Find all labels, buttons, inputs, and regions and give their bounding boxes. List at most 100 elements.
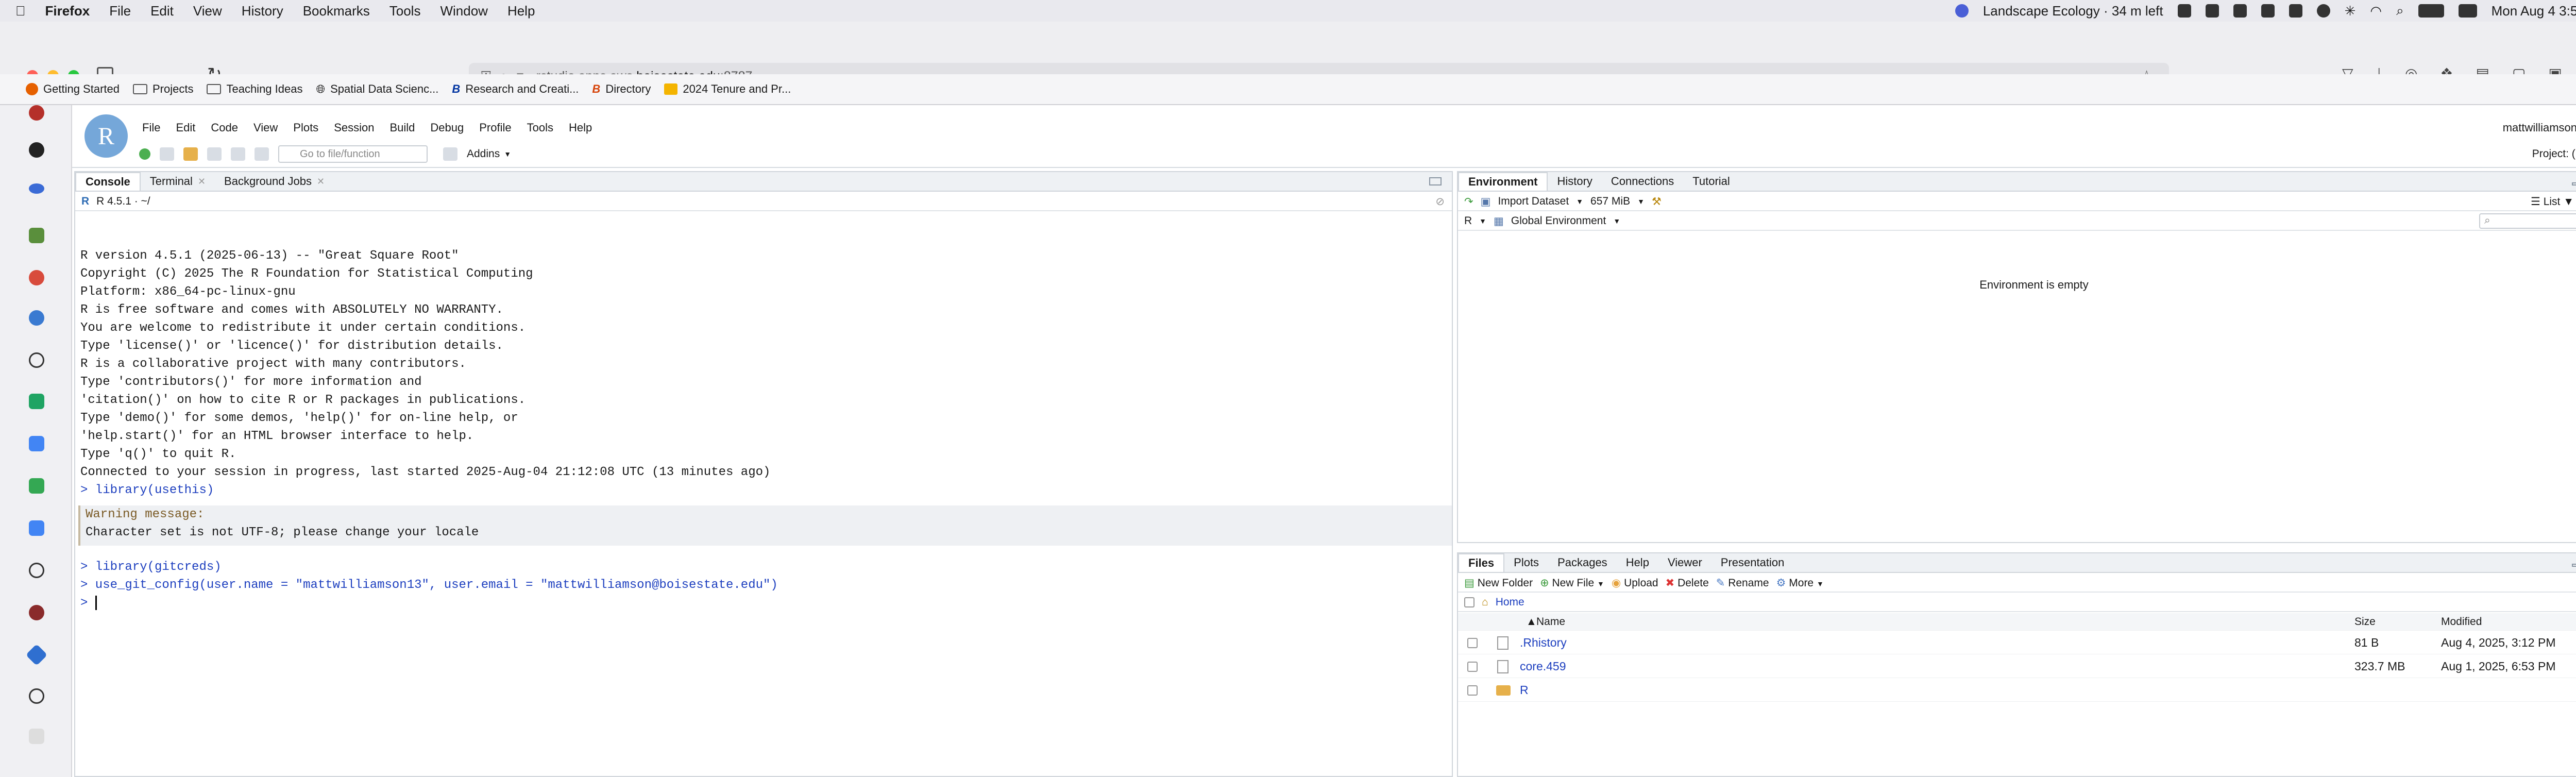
sidebar-app-icon[interactable] — [29, 105, 44, 121]
table-row[interactable]: R — [1458, 679, 2576, 702]
tab-tutorial[interactable]: Tutorial — [1683, 172, 1739, 191]
table-row[interactable]: core.459 323.7 MB Aug 1, 2025, 6:53 PM — [1458, 655, 2576, 678]
breadcrumb-home[interactable]: Home — [1496, 596, 1524, 609]
tray-icon-2[interactable] — [2205, 4, 2219, 18]
clock[interactable]: Mon Aug 4 3:56 PM — [2492, 3, 2576, 19]
rs-menu-file[interactable]: File — [142, 121, 160, 134]
rs-menu-plots[interactable]: Plots — [293, 121, 318, 134]
column-modified[interactable]: Modified — [2441, 616, 2482, 628]
tab-background-jobs[interactable]: Background Jobs ✕ — [215, 172, 334, 191]
bookmark-projects[interactable]: Projects — [132, 82, 193, 96]
broom-icon[interactable]: ⚒ — [1652, 195, 1662, 208]
wifi-icon[interactable]: ◠ — [2370, 3, 2382, 19]
tray-icon-3[interactable] — [2233, 4, 2247, 18]
bookmark-spatial-data[interactable]: 🌐︎ Spatial Data Scienc... — [316, 82, 438, 96]
menubar-file[interactable]: File — [109, 3, 131, 19]
rs-menu-debug[interactable]: Debug — [430, 121, 464, 134]
save-workspace-icon[interactable]: ▣ — [1481, 195, 1491, 208]
row-checkbox[interactable] — [1467, 661, 1478, 672]
rs-menu-build[interactable]: Build — [389, 121, 415, 134]
google-docs-icon[interactable] — [29, 436, 44, 451]
env-search-input[interactable]: ⌕ — [2479, 213, 2576, 229]
bookmark-research[interactable]: B Research and Creati... — [452, 82, 579, 96]
upload-button[interactable]: ◉ Upload — [1612, 577, 1658, 589]
save-all-icon[interactable] — [231, 147, 245, 161]
file-name[interactable]: core.459 — [1520, 660, 1566, 673]
column-size[interactable]: Size — [2354, 616, 2376, 628]
view-mode-dropdown[interactable]: ☰ List ▼ — [2531, 195, 2574, 208]
menubar-history[interactable]: History — [242, 3, 283, 19]
bluetooth-icon[interactable]: ✳ — [2345, 3, 2356, 19]
menubar-app-name[interactable]: Firefox — [45, 3, 90, 19]
siri-icon[interactable] — [2458, 4, 2477, 18]
new-folder-button[interactable]: ▤ New Folder — [1464, 577, 1533, 589]
sidebar-app-icon[interactable] — [29, 605, 44, 620]
tab-history[interactable]: History — [1548, 172, 1601, 191]
rs-menu-tools[interactable]: Tools — [527, 121, 553, 134]
minimize-pane-icon[interactable] — [2572, 182, 2576, 185]
tray-icon-5[interactable] — [2289, 4, 2302, 18]
sidebar-app-icon[interactable] — [29, 228, 44, 243]
maximize-pane-icon[interactable] — [1429, 177, 1442, 185]
menubar-window[interactable]: Window — [440, 3, 487, 19]
close-icon[interactable]: ✕ — [198, 176, 206, 187]
tab-files[interactable]: Files — [1458, 553, 1505, 572]
sidebar-app-icon[interactable] — [29, 729, 44, 744]
menubar-bookmarks[interactable]: Bookmarks — [303, 3, 370, 19]
column-name[interactable]: Name — [1536, 616, 1565, 628]
globe-icon[interactable] — [29, 352, 44, 368]
apple-icon[interactable]:  — [15, 3, 26, 19]
tab-plots[interactable]: Plots — [1504, 553, 1548, 572]
new-project-icon[interactable] — [160, 147, 174, 161]
row-checkbox[interactable] — [1467, 685, 1478, 696]
rs-menu-view[interactable]: View — [253, 121, 278, 134]
tab-presentation[interactable]: Presentation — [1711, 553, 1794, 572]
github-icon[interactable] — [29, 142, 44, 158]
search-icon[interactable]: ⌕ — [2396, 3, 2404, 19]
bookmark-tenure[interactable]: 2024 Tenure and Pr... — [664, 82, 791, 96]
save-icon[interactable] — [207, 147, 222, 161]
language-dropdown[interactable]: R — [1464, 215, 1472, 227]
tab-packages[interactable]: Packages — [1548, 553, 1617, 572]
rs-menu-code[interactable]: Code — [211, 121, 238, 134]
file-name[interactable]: R — [1520, 683, 1529, 697]
import-dataset-button[interactable]: Import Dataset — [1498, 195, 1569, 208]
rename-button[interactable]: ✎ Rename — [1716, 577, 1769, 589]
new-file-button[interactable]: ⊕ New File ▼ — [1540, 577, 1604, 589]
close-icon[interactable]: ✕ — [317, 176, 325, 187]
sidebar-app-icon[interactable] — [25, 644, 48, 666]
bookmark-getting-started[interactable]: Getting Started — [26, 82, 120, 96]
tray-icon-1[interactable] — [2177, 4, 2191, 18]
tray-icon-4[interactable] — [2261, 4, 2275, 18]
grid-layout-icon[interactable] — [443, 147, 457, 161]
menubar-tools[interactable]: Tools — [389, 3, 421, 19]
tab-terminal[interactable]: Terminal ✕ — [141, 172, 215, 191]
minimize-pane-icon[interactable] — [2572, 564, 2576, 567]
google-classroom-icon[interactable] — [29, 478, 44, 494]
control-center-icon[interactable] — [2418, 4, 2444, 18]
rs-menu-help[interactable]: Help — [569, 121, 592, 134]
tab-viewer[interactable]: Viewer — [1658, 553, 1711, 572]
google-drive-icon[interactable] — [29, 394, 44, 409]
console-prompt[interactable]: > — [80, 594, 1452, 612]
tab-environment[interactable]: Environment — [1458, 172, 1548, 191]
rs-menu-session[interactable]: Session — [334, 121, 374, 134]
sidebar-app-icon[interactable] — [29, 270, 44, 285]
file-name[interactable]: .Rhistory — [1520, 636, 1567, 650]
select-all-checkbox[interactable] — [1464, 597, 1475, 607]
row-checkbox[interactable] — [1467, 637, 1478, 648]
meta-icon[interactable] — [29, 183, 44, 194]
info-icon[interactable] — [29, 563, 44, 578]
play-icon[interactable] — [2316, 4, 2330, 18]
open-file-icon[interactable] — [183, 147, 198, 161]
google-docs-icon[interactable] — [29, 520, 44, 536]
new-file-icon[interactable] — [139, 148, 150, 160]
bookmark-teaching-ideas[interactable]: Teaching Ideas — [207, 82, 302, 96]
rs-menu-profile[interactable]: Profile — [479, 121, 511, 134]
menubar-edit[interactable]: Edit — [150, 3, 174, 19]
console-output[interactable]: R version 4.5.1 (2025-06-13) -- "Great S… — [78, 229, 1452, 776]
sidebar-app-icon[interactable] — [29, 310, 44, 326]
tab-console[interactable]: Console — [75, 172, 141, 191]
go-to-file-input[interactable]: Go to file/function — [278, 145, 428, 163]
r-version-label[interactable]: R 4.5.1 · ~/ — [96, 195, 150, 208]
